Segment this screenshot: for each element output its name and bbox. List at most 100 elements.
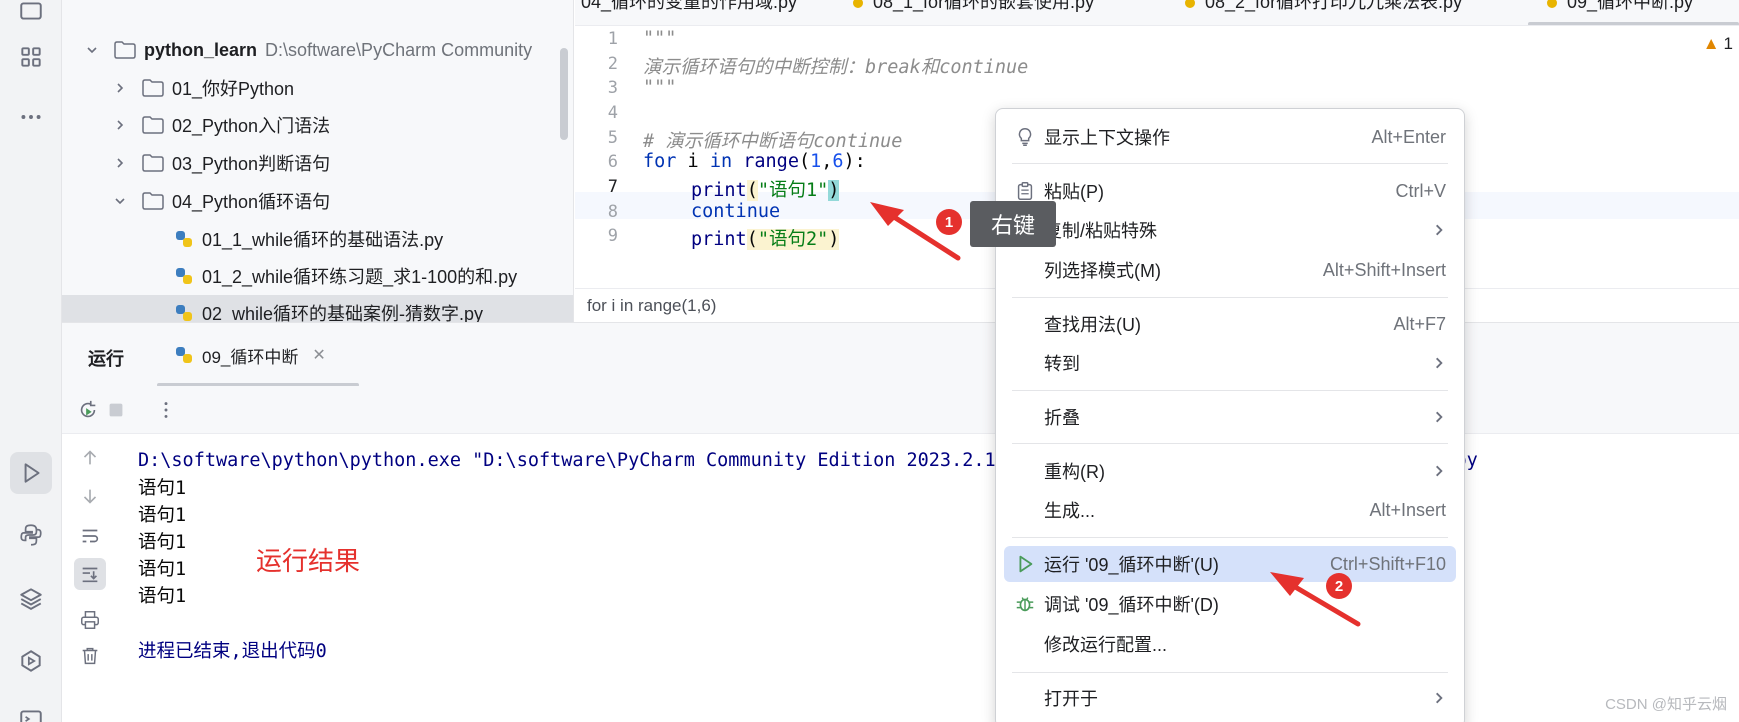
trash-icon[interactable]	[74, 640, 106, 672]
project-scrollbar[interactable]	[560, 48, 568, 140]
close-icon[interactable]: ✕	[312, 345, 325, 365]
tree-item-file[interactable]: 01_2_while循环练习题_求1-100的和.py	[62, 258, 573, 294]
menu-item-show-context-actions[interactable]: 显示上下文操作 Alt+Enter	[1004, 119, 1456, 155]
console-output-line: 语句1	[138, 505, 187, 526]
run-tab[interactable]: 09_循环中断 ✕	[174, 341, 326, 369]
menu-item-modify-run-config[interactable]: 修改运行配置...	[1004, 626, 1456, 662]
watermark: CSDN @知乎云烟	[1605, 696, 1727, 713]
stop-icon[interactable]	[102, 396, 130, 424]
tree-item-file[interactable]: 02_while循环的基础案例-猜数字.py	[62, 295, 573, 322]
tree-item-label: 02_while循环的基础案例-猜数字.py	[202, 304, 484, 322]
run-panel-title: 运行	[88, 349, 124, 369]
rerun-icon[interactable]	[74, 396, 102, 424]
chevron-right-icon[interactable]	[112, 117, 128, 133]
console-output[interactable]: D:\software\python\python.exe "D:\softwa…	[118, 434, 1739, 722]
layers-icon[interactable]	[10, 577, 52, 619]
context-menu: 显示上下文操作 Alt+Enter 粘贴(P) Ctrl+V 复制/粘贴特殊 列…	[995, 108, 1465, 722]
services-icon[interactable]	[10, 640, 52, 682]
editor-tabs: 04_循环的变量的作用域.py 08_1_for循环的嵌套使用.py 08_2_…	[575, 0, 1739, 26]
menu-separator	[1012, 672, 1448, 673]
tree-item-label: 01_你好Python	[172, 79, 295, 99]
menu-item-goto[interactable]: 转到	[1004, 345, 1456, 381]
menu-item-refactor[interactable]: 重构(R)	[1004, 453, 1456, 489]
terminal-icon[interactable]	[10, 698, 52, 722]
menu-item-find-usages[interactable]: 查找用法(U) Alt+F7	[1004, 306, 1456, 342]
line-number: 4	[607, 103, 618, 123]
lightbulb-icon	[1014, 126, 1036, 148]
arrow-up-icon[interactable]	[74, 442, 106, 474]
menu-separator	[1012, 537, 1448, 538]
step-badge-2: 2	[1326, 573, 1352, 599]
print-icon[interactable]	[74, 604, 106, 636]
menu-item-generate[interactable]: 生成... Alt+Insert	[1004, 492, 1456, 528]
line-number: 3	[607, 78, 618, 98]
folder-icon[interactable]	[10, 0, 52, 32]
run-side-toolbar	[62, 434, 118, 722]
folder-icon	[142, 116, 164, 134]
editor-tab[interactable]: 04_循环的变量的作用域.py	[581, 0, 797, 14]
folder-icon	[142, 154, 164, 172]
python-file-icon	[176, 231, 192, 247]
console-output-line: 语句1	[138, 532, 187, 553]
chevron-down-icon[interactable]	[84, 42, 100, 58]
editor-tab[interactable]: 08_1_for循环的嵌套使用.py	[853, 0, 1094, 14]
code-line: 演示循环语句的中断控制：break和continue	[643, 57, 1029, 78]
chevron-right-icon[interactable]	[112, 80, 128, 96]
menu-item-column-selection[interactable]: 列选择模式(M) Alt+Shift+Insert	[1004, 252, 1456, 288]
tree-item-folder[interactable]: 04_Python循环语句	[62, 183, 573, 219]
code-line: # 演示循环中断语句continue	[643, 131, 903, 152]
menu-separator	[1012, 390, 1448, 391]
tree-item-folder[interactable]: 02_Python入门语法	[62, 107, 573, 143]
editor-tab[interactable]: 08_2_for循环打印九九乘法表.py	[1185, 0, 1462, 14]
chevron-down-icon[interactable]	[112, 193, 128, 209]
soft-wrap-icon[interactable]	[74, 520, 106, 552]
run-toolbar	[62, 386, 1739, 434]
python-file-icon	[853, 0, 863, 8]
project-root-name: python_learn	[144, 39, 258, 60]
bug-icon	[1014, 593, 1036, 615]
line-number: 6	[607, 152, 618, 172]
python-file-icon	[176, 347, 192, 363]
structure-icon[interactable]	[10, 36, 52, 78]
tree-item-label: 01_1_while循环的基础语法.py	[202, 230, 444, 250]
menu-separator	[1012, 297, 1448, 298]
menu-separator	[1012, 163, 1448, 164]
project-root[interactable]: python_learn D:\software\PyCharm Communi…	[62, 32, 573, 68]
more-icon[interactable]	[10, 96, 52, 138]
console-output-line: 语句1	[138, 478, 187, 499]
menu-item-debug[interactable]: 调试 '09_循环中断'(D)	[1004, 586, 1456, 622]
tree-item-file[interactable]: 01_1_while循环的基础语法.py	[62, 221, 573, 257]
chevron-right-icon	[1436, 357, 1443, 369]
activity-bar	[0, 0, 62, 722]
folder-icon	[142, 192, 164, 210]
chevron-right-icon[interactable]	[112, 155, 128, 171]
line-number: 7	[607, 177, 618, 197]
menu-item-run[interactable]: 运行 '09_循环中断'(U) Ctrl+Shift+F10	[1004, 546, 1456, 582]
menu-separator	[1012, 443, 1448, 444]
chevron-right-icon	[1436, 224, 1443, 236]
console-exit-message: 进程已结束,退出代码0	[138, 641, 327, 662]
more-vertical-icon[interactable]	[152, 396, 180, 424]
scroll-to-end-icon[interactable]	[74, 558, 106, 590]
warning-indicator[interactable]: ▲ 1	[1703, 34, 1733, 54]
clipboard-icon	[1014, 180, 1036, 202]
tree-item-folder[interactable]: 03_Python判断语句	[62, 145, 573, 181]
editor-tab-active[interactable]: 09_循环中断.py	[1547, 0, 1693, 14]
arrow-down-icon[interactable]	[74, 480, 106, 512]
run-panel-header: 运行 09_循环中断 ✕	[62, 322, 1739, 387]
menu-item-open-in[interactable]: 打开于	[1004, 680, 1456, 716]
python-console-icon[interactable]	[10, 514, 52, 556]
menu-item-copy-paste-special[interactable]: 复制/粘贴特殊	[1004, 212, 1456, 248]
menu-item-folding[interactable]: 折叠	[1004, 399, 1456, 435]
code-line: print("语句2")	[691, 229, 840, 250]
result-annotation: 运行结果	[256, 546, 361, 576]
python-file-icon	[1185, 0, 1195, 8]
code-line: """	[643, 77, 677, 98]
right-click-tooltip: 右键	[970, 201, 1056, 247]
run-tool-icon[interactable]	[10, 452, 52, 494]
line-number: 9	[607, 226, 618, 246]
folder-icon	[114, 41, 136, 59]
tree-item-folder[interactable]: 01_你好Python	[62, 70, 573, 106]
folder-icon	[142, 79, 164, 97]
menu-item-paste[interactable]: 粘贴(P) Ctrl+V	[1004, 173, 1456, 209]
